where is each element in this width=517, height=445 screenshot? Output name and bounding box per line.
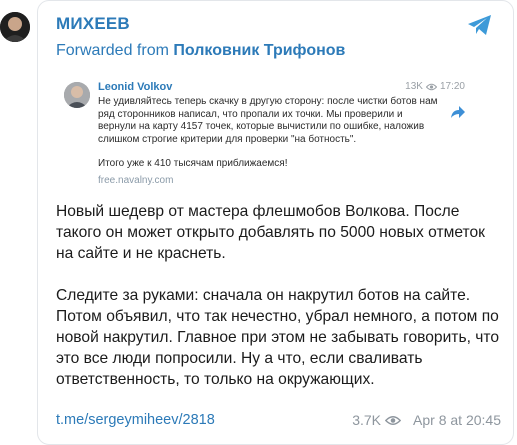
embed-body: Не удивляйтесь теперь скачку в другую ст… bbox=[98, 96, 443, 183]
telegram-share-icon[interactable] bbox=[467, 14, 493, 41]
embed-paragraph: Итого уже к 410 тысячам приближаемся! bbox=[98, 158, 288, 169]
embed-meta: 13K 17:20 bbox=[405, 81, 465, 92]
embed-author-name[interactable]: Leonid Volkov bbox=[98, 81, 172, 93]
message-text: Новый шедевр от мастера флешмобов Волков… bbox=[56, 201, 501, 411]
eye-icon bbox=[425, 83, 437, 90]
views-count: 3.7K bbox=[352, 412, 381, 428]
post-link[interactable]: t.me/sergeymiheev/2818 bbox=[56, 412, 215, 428]
author-avatar bbox=[64, 82, 90, 108]
channel-avatar[interactable] bbox=[0, 12, 30, 42]
views-counter: 3.7K bbox=[352, 412, 401, 428]
embed-paragraph: Не удивляйтесь теперь скачку в другую ст… bbox=[98, 96, 438, 145]
forward-arrow-icon[interactable] bbox=[451, 105, 465, 123]
post-date: Apr 8 at 20:45 bbox=[413, 412, 501, 428]
forwarded-source-link[interactable]: Полковник Трифонов bbox=[173, 42, 345, 59]
message-paragraph: Новый шедевр от мастера флешмобов Волков… bbox=[56, 203, 485, 263]
message-footer: t.me/sergeymiheev/2818 3.7K Apr 8 at 20:… bbox=[56, 412, 501, 432]
forwarded-prefix: Forwarded from bbox=[56, 42, 169, 59]
channel-name[interactable]: МИХЕЕВ bbox=[56, 14, 130, 34]
forwarded-from: Forwarded from Полковник Трифонов bbox=[56, 42, 345, 60]
eye-icon bbox=[385, 415, 401, 425]
forwarded-post-preview[interactable]: Leonid Volkov 13K 17:20 Не удивляйтесь т… bbox=[56, 71, 471, 191]
message-card: МИХЕЕВ Forwarded from Полковник Трифонов… bbox=[37, 0, 514, 445]
message-paragraph: Следите за руками: сначала он накрутил б… bbox=[56, 286, 499, 389]
embed-link[interactable]: free.navalny.com bbox=[98, 175, 173, 186]
embed-views: 13K bbox=[405, 81, 423, 92]
embed-time: 17:20 bbox=[439, 81, 465, 92]
